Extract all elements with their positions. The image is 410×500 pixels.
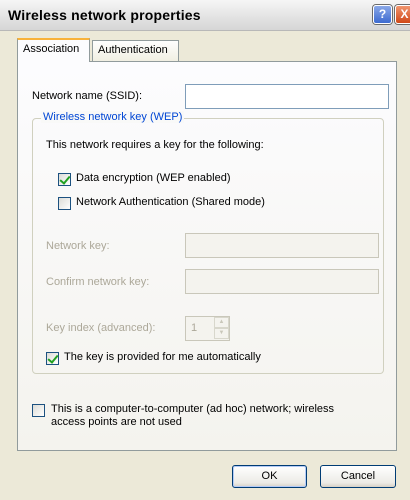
ssid-input[interactable] [185, 84, 389, 109]
adhoc-label-line2[interactable]: access points are not used [51, 416, 182, 428]
key-index-label: Key index (advanced): [46, 322, 156, 334]
tab-authentication-label: Authentication [98, 44, 168, 56]
confirm-key-label: Confirm network key: [46, 276, 150, 288]
auto-key-label[interactable]: The key is provided for me automatically [64, 351, 261, 363]
adhoc-checkbox[interactable] [32, 404, 45, 417]
spin-up-icon[interactable]: ▲ [214, 317, 229, 328]
wep-group-title: Wireless network key (WEP) [41, 111, 185, 123]
network-key-label: Network key: [46, 240, 110, 252]
tab-association[interactable]: Association [17, 38, 90, 62]
close-button[interactable]: X [395, 5, 410, 24]
key-index-value: 1 [191, 322, 198, 334]
confirm-key-input[interactable] [185, 269, 379, 294]
requires-key-text: This network requires a key for the foll… [46, 139, 264, 151]
checkmark-icon [59, 173, 71, 185]
window-title: Wireless network properties [8, 7, 201, 23]
help-button[interactable]: ? [373, 5, 392, 24]
network-key-input[interactable] [185, 233, 379, 258]
cancel-button[interactable]: Cancel [320, 465, 396, 488]
adhoc-label-line1[interactable]: This is a computer-to-computer (ad hoc) … [51, 403, 334, 415]
title-bar[interactable]: Wireless network properties ? X [0, 0, 410, 31]
wireless-properties-dialog: Wireless network properties ? X Associat… [0, 0, 410, 500]
network-auth-checkbox[interactable] [58, 197, 71, 210]
auto-key-checkbox[interactable] [46, 352, 59, 365]
checkmark-icon [47, 352, 59, 364]
data-encryption-checkbox[interactable] [58, 173, 71, 186]
tab-association-label: Association [23, 43, 80, 55]
tab-authentication[interactable]: Authentication [92, 40, 179, 61]
network-auth-label[interactable]: Network Authentication (Shared mode) [76, 196, 265, 208]
key-index-spinner[interactable]: 1 ▲ ▼ [185, 316, 230, 341]
ssid-label: Network name (SSID): [32, 90, 143, 102]
spin-down-icon[interactable]: ▼ [214, 328, 229, 339]
spinner-buttons: ▲ ▼ [214, 317, 229, 340]
ok-button[interactable]: OK [232, 465, 307, 488]
data-encryption-label[interactable]: Data encryption (WEP enabled) [76, 172, 231, 184]
association-panel: Network name (SSID): Wireless network ke… [17, 61, 397, 451]
